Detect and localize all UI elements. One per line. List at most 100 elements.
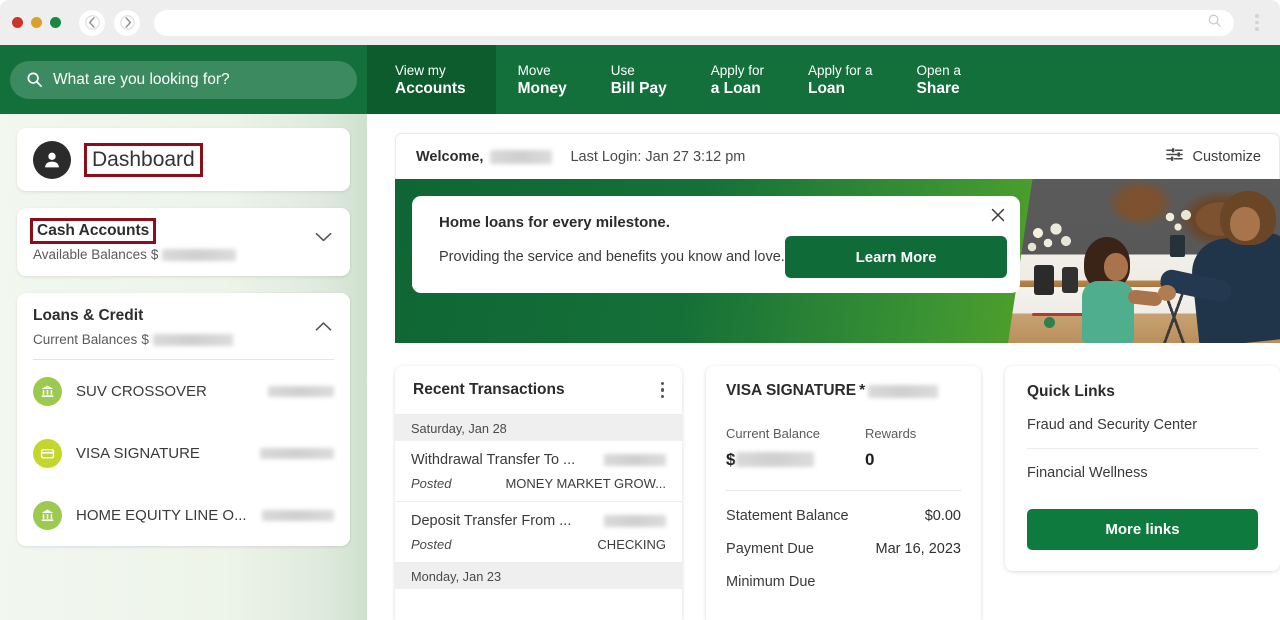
- browser-menu-icon[interactable]: [1248, 14, 1266, 31]
- url-bar[interactable]: [154, 9, 1234, 36]
- user-avatar-icon: [33, 140, 71, 179]
- available-balances-label: Available Balances: [33, 247, 147, 262]
- nav-tab-line2: Share: [916, 79, 960, 97]
- transaction-date-group: Saturday, Jan 28: [395, 415, 683, 441]
- recent-transactions-header: Recent Transactions: [395, 366, 683, 415]
- nav-tab-line2: Accounts: [395, 79, 466, 97]
- available-balance-value-redacted: [162, 248, 237, 261]
- quick-links-widget: Quick Links Fraud and Security Center Fi…: [1004, 366, 1280, 571]
- divider: [726, 490, 961, 491]
- adult-figure: [1158, 285, 1176, 301]
- vase-decor: [1170, 235, 1185, 257]
- close-icon[interactable]: [990, 207, 1006, 228]
- last-login-text: Last Login: Jan 27 3:12 pm: [570, 148, 746, 165]
- nav-tab-line1: Open a: [916, 62, 961, 78]
- forward-arrow-icon[interactable]: [114, 9, 140, 36]
- statement-balance-label: Statement Balance: [726, 508, 849, 524]
- account-mask-prefix: *: [859, 382, 866, 399]
- transaction-account: CHECKING: [597, 537, 667, 552]
- sidebar: Dashboard Cash Accounts Available Balanc…: [0, 114, 367, 620]
- transaction-primary-line: Deposit Transfer From ...: [411, 513, 667, 529]
- transaction-secondary-line: Posted CHECKING: [411, 537, 666, 552]
- learn-more-button[interactable]: Learn More: [785, 236, 1007, 278]
- nav-tab-open-a-share[interactable]: Open a Share: [895, 45, 983, 114]
- visa-card-title: VISA SIGNATURE: [726, 382, 857, 399]
- visa-card-title-row: VISA SIGNATURE *: [726, 366, 961, 400]
- nav-tab-line1: Move: [517, 62, 551, 78]
- account-amount-redacted: [262, 509, 334, 521]
- main-content: Welcome, Last Login: Jan 27 3:12 pm Cust…: [367, 114, 1280, 620]
- payment-due-row: Payment Due Mar 16, 2023: [726, 541, 961, 557]
- rewards-label: Rewards: [865, 426, 917, 441]
- maximize-window-button[interactable]: [50, 17, 61, 28]
- promo-card: Home loans for every milestone. Providin…: [412, 196, 1020, 293]
- bank-icon: [33, 500, 62, 530]
- vase-decor: [1034, 265, 1054, 295]
- nav-tab-move-money[interactable]: Move Money: [496, 45, 589, 114]
- transaction-status: Posted: [411, 537, 452, 552]
- account-amount-redacted: [260, 447, 334, 459]
- nav-tab-bill-pay[interactable]: Use Bill Pay: [589, 45, 689, 114]
- quick-link-financial-wellness[interactable]: Financial Wellness: [1027, 449, 1258, 496]
- quick-link-fraud-and-security-center[interactable]: Fraud and Security Center: [1026, 401, 1258, 449]
- nav-tab-view-my-accounts[interactable]: View my Accounts: [367, 45, 496, 114]
- welcome-greeting: Welcome,: [416, 148, 484, 165]
- user-name-redacted: [490, 149, 553, 164]
- minimum-due-label: Minimum Due: [726, 574, 816, 590]
- welcome-bar: Welcome, Last Login: Jan 27 3:12 pm Cust…: [395, 133, 1280, 179]
- nav-tab-apply-for-a-loan[interactable]: Apply for a Loan: [689, 45, 786, 114]
- sidebar-account-row-home-equity[interactable]: HOME EQUITY LINE O...: [17, 484, 350, 546]
- sidebar-account-row-suv-crossover[interactable]: SUV CROSSOVER: [17, 360, 350, 422]
- chevron-up-icon[interactable]: [315, 319, 332, 337]
- close-window-button[interactable]: [12, 17, 23, 28]
- nav-tab-line1: View my: [395, 62, 446, 78]
- currency-symbol: $: [141, 332, 149, 347]
- transaction-row[interactable]: Deposit Transfer From ... Posted CHECKIN…: [395, 502, 683, 563]
- account-name: HOME EQUITY LINE O...: [76, 506, 247, 524]
- sidebar-item-dashboard[interactable]: Dashboard: [17, 128, 350, 191]
- search-input[interactable]: What are you looking for?: [10, 60, 357, 99]
- customize-label: Customize: [1192, 148, 1262, 165]
- recent-transactions-title: Recent Transactions: [413, 381, 565, 398]
- vase-decor: [1062, 267, 1078, 293]
- minimum-due-row: Minimum Due: [726, 574, 961, 590]
- visa-balance-row: Current Balance $ Rewards 0: [726, 426, 961, 470]
- account-name: SUV CROSSOVER: [76, 382, 207, 400]
- banner-photo: [1008, 179, 1280, 343]
- bank-icon: [33, 376, 62, 406]
- transaction-description: Deposit Transfer From ...: [411, 513, 572, 529]
- currency-symbol: $: [726, 450, 736, 469]
- current-balance-block: Current Balance $: [726, 426, 820, 470]
- minimize-window-button[interactable]: [31, 17, 42, 28]
- nav-tab-apply-for-a-loan-2[interactable]: Apply for a Loan: [786, 45, 895, 114]
- current-balance-value: $: [726, 450, 820, 470]
- adult-figure: [1230, 207, 1260, 241]
- dashboard-widgets: Recent Transactions Saturday, Jan 28 Wit…: [395, 366, 1280, 620]
- sidebar-section-loans-credit[interactable]: Loans & Credit Current Balances $ SUV CR…: [17, 293, 350, 546]
- account-name: VISA SIGNATURE: [76, 444, 200, 462]
- search-placeholder: What are you looking for?: [53, 70, 230, 88]
- transaction-account: MONEY MARKET GROW...: [505, 476, 667, 491]
- toy-ball-decor: [1044, 317, 1055, 328]
- cash-accounts-subtitle: Available Balances $: [33, 247, 334, 262]
- current-balances-label: Current Balances: [33, 332, 138, 347]
- kebab-menu-icon[interactable]: [660, 381, 665, 399]
- visa-signature-widget: VISA SIGNATURE * Current Balance $ Rewar…: [706, 366, 981, 620]
- chevron-down-icon[interactable]: [315, 230, 332, 248]
- customize-button[interactable]: Customize: [1165, 146, 1262, 167]
- statement-balance-value: $0.00: [924, 508, 961, 524]
- cash-accounts-title: Cash Accounts: [29, 218, 157, 244]
- nav-tab-line2: a Loan: [710, 79, 761, 97]
- nav-tab-line1: Apply for a: [808, 62, 873, 78]
- transaction-row[interactable]: Withdrawal Transfer To ... Posted MONEY …: [395, 441, 683, 502]
- back-arrow-icon[interactable]: [79, 9, 105, 36]
- sidebar-section-cash-accounts[interactable]: Cash Accounts Available Balances $: [17, 208, 350, 276]
- search-icon: [26, 71, 43, 88]
- promo-banner: Home loans for every milestone. Providin…: [395, 179, 1280, 343]
- sidebar-account-row-visa-signature[interactable]: VISA SIGNATURE: [17, 422, 350, 484]
- sliders-icon: [1165, 146, 1184, 167]
- rewards-block: Rewards 0: [865, 426, 916, 470]
- more-links-button[interactable]: More links: [1026, 509, 1258, 550]
- window-controls[interactable]: [12, 17, 61, 28]
- transaction-primary-line: Withdrawal Transfer To ...: [411, 452, 667, 468]
